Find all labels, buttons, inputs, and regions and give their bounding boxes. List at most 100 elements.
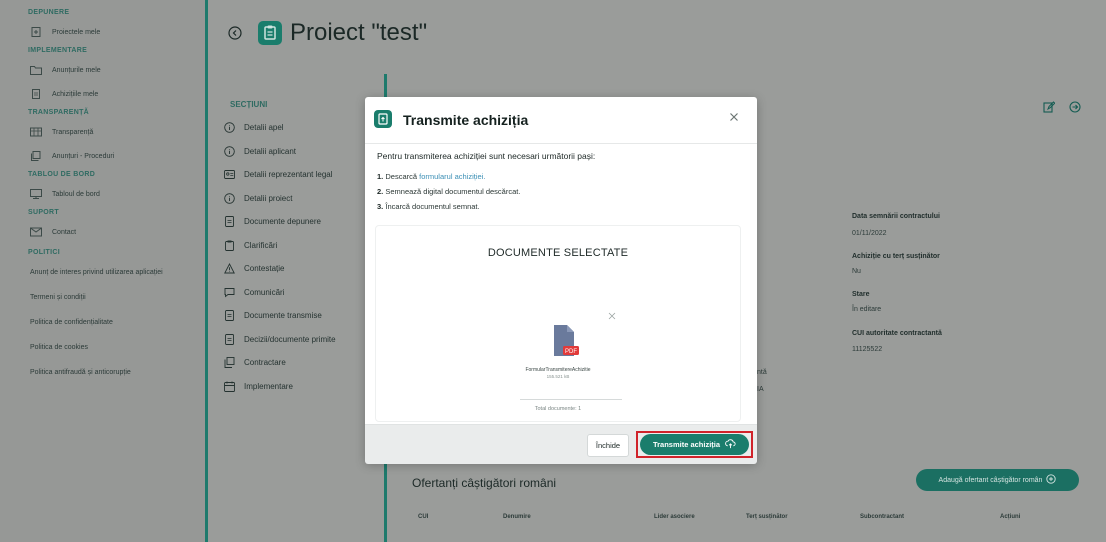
data-semnarii-label: Data semnării contractului [852, 213, 940, 220]
table-icon [30, 127, 42, 137]
total-documents: Total documente: 1 [534, 406, 582, 412]
sidebar-item-tabloul-de-bord[interactable]: Tabloul de bord [0, 182, 205, 206]
modal-header: Transmite achiziția [365, 97, 757, 144]
section-item-documente-transmise[interactable]: Documente transmise [208, 304, 386, 328]
warning-icon [224, 263, 235, 274]
id-card-icon [224, 169, 235, 180]
ofertanti-title: Ofertanți câștigători români [412, 476, 557, 490]
obscured-text: ntă [757, 369, 767, 376]
dashboard-icon [30, 189, 42, 199]
add-ofertant-button[interactable]: Adaugă ofertant câștigător român [916, 469, 1079, 491]
section-item-label: Documente depunere [244, 217, 321, 227]
obscured-text: IA [757, 386, 764, 393]
section-item-comunicări[interactable]: Comunicări [208, 281, 386, 305]
selected-documents-box: DOCUMENTE SELECTATE PDF FormularTransmit… [375, 225, 741, 422]
close-button-label: Închide [595, 441, 621, 450]
section-item-label: Detalii apel [244, 123, 284, 133]
step-text: Descarcă [385, 172, 418, 181]
sidebar-item-label: Proiectele mele [52, 28, 101, 36]
modal-title: Transmite achiziția [403, 112, 529, 128]
arrow-right-circle-icon[interactable] [1069, 100, 1081, 113]
section-item-label: Detalii reprezentant legal [244, 170, 333, 180]
step-number: 1. [377, 172, 384, 181]
column-header: Lider asociere [654, 514, 695, 520]
section-item-clarificări[interactable]: Clarificări [208, 234, 386, 258]
back-arrow-icon[interactable] [228, 26, 242, 40]
chat-icon [224, 287, 235, 298]
sidebar-section-title: POLITICI [28, 249, 60, 256]
section-item-label: Detalii aplicant [244, 146, 297, 156]
sidebar-link-termeni[interactable]: Termeni și condiții [0, 285, 205, 310]
cui-autoritate-value: 11125522 [852, 346, 883, 353]
sidebar-item-contact[interactable]: Contact [0, 220, 205, 244]
step-2: 2. Semnează digital documentul descărcat… [377, 184, 745, 199]
folder-icon [30, 65, 42, 75]
sidebar-link-confidentialitate[interactable]: Politica de confidențialitate [0, 310, 205, 335]
tert-sustinator-label: Achiziție cu terț susținător [852, 253, 940, 260]
stare-label: Stare [852, 291, 870, 298]
svg-text:PDF: PDF [565, 349, 577, 355]
section-item-contestație[interactable]: Contestație [208, 257, 386, 281]
sidebar-item-anunturi-proceduri[interactable]: Anunțuri - Proceduri [0, 144, 205, 168]
document-icon [224, 310, 235, 322]
document-upload-icon [374, 110, 392, 128]
clipboard-icon [258, 21, 282, 45]
document-icon [224, 216, 235, 228]
modal-footer: Închide Transmite achiziția [365, 424, 757, 464]
step-3: 3. Încarcă documentul semnat. [377, 199, 745, 214]
section-item-detalii-proiect[interactable]: Detalii proiect [208, 187, 386, 211]
sidebar-link-anunt-interes[interactable]: Anunț de interes privind utilizarea apli… [0, 260, 205, 285]
file-plus-icon [30, 27, 42, 37]
section-item-detalii-reprezentant-legal[interactable]: Detalii reprezentant legal [208, 163, 386, 187]
sections-title: SECȚIUNI [230, 100, 268, 109]
sections-panel: SECȚIUNI Detalii apel Detalii aplicant Det… [208, 82, 386, 542]
section-item-label: Decizii/documente primite [244, 334, 336, 344]
sidebar-item-anunturile-mele[interactable]: Anunțurile mele [0, 58, 205, 82]
stare-value: În editare [852, 306, 882, 313]
section-item-documente-depunere[interactable]: Documente depunere [208, 210, 386, 234]
sidebar-section-title: TABLOU DE BORD [28, 171, 96, 178]
column-header: Terț susținător [746, 514, 788, 520]
section-item-contractare[interactable]: Contractare [208, 351, 386, 375]
plus-circle-icon [1046, 474, 1057, 486]
step-1: 1. Descarcă formularul achiziției. [377, 169, 745, 184]
step-text: Încarcă documentul semnat. [385, 202, 480, 211]
submit-button-label: Transmite achiziția [652, 440, 721, 449]
sidebar-link-antifrauda[interactable]: Politica antifraudă și anticorupție [0, 360, 205, 385]
step-text: Semnează digital documentul descărcat. [385, 187, 521, 196]
pdf-file-icon[interactable]: PDF [549, 324, 581, 358]
sidebar-item-transparenta[interactable]: Transparență [0, 120, 205, 144]
sidebar-item-achizitiile-mele[interactable]: Achizițiile mele [0, 82, 205, 106]
section-item-label: Detalii proiect [244, 193, 293, 203]
step-number: 3. [377, 202, 384, 211]
section-item-implementare[interactable]: Implementare [208, 375, 386, 399]
section-item-detalii-aplicant[interactable]: Detalii aplicant [208, 140, 386, 164]
transmite-achizitia-button[interactable]: Transmite achiziția [640, 434, 749, 455]
sidebar-item-label: Transparență [52, 128, 94, 136]
document-icon [224, 333, 235, 345]
info-icon [224, 192, 235, 204]
section-item-label: Clarificări [244, 240, 278, 250]
download-form-link[interactable]: formularul achiziției. [419, 172, 485, 181]
info-icon [224, 122, 235, 134]
edit-icon[interactable] [1043, 100, 1056, 113]
section-item-decizii-documente-primite[interactable]: Decizii/documente primite [208, 328, 386, 352]
sidebar-item-label: Anunțuri - Proceduri [52, 152, 115, 160]
sidebar-item-proiectele-mele[interactable]: Proiectele mele [0, 20, 205, 44]
file-size: 155.521 kB [546, 374, 570, 379]
sidebar-link-cookies[interactable]: Politica de cookies [0, 335, 205, 360]
close-icon[interactable] [727, 110, 741, 124]
add-ofertant-label: Adaugă ofertant câștigător român [938, 476, 1043, 484]
sidebar-item-label: Contact [52, 228, 77, 236]
sidebar-section-title: SUPORT [28, 209, 59, 216]
close-button[interactable]: Închide [587, 434, 629, 457]
sidebar-item-label: Tabloul de bord [52, 190, 100, 198]
remove-document-icon[interactable] [608, 307, 616, 320]
clipboard-icon [224, 240, 235, 251]
left-sidebar: DEPUNERE Proiectele mele IMPLEMENTARE An… [0, 0, 205, 542]
section-item-label: Implementare [244, 381, 293, 391]
column-header: Denumire [503, 514, 531, 520]
copy-icon [224, 357, 235, 369]
mail-icon [30, 227, 42, 237]
section-item-detalii-apel[interactable]: Detalii apel [208, 116, 386, 140]
